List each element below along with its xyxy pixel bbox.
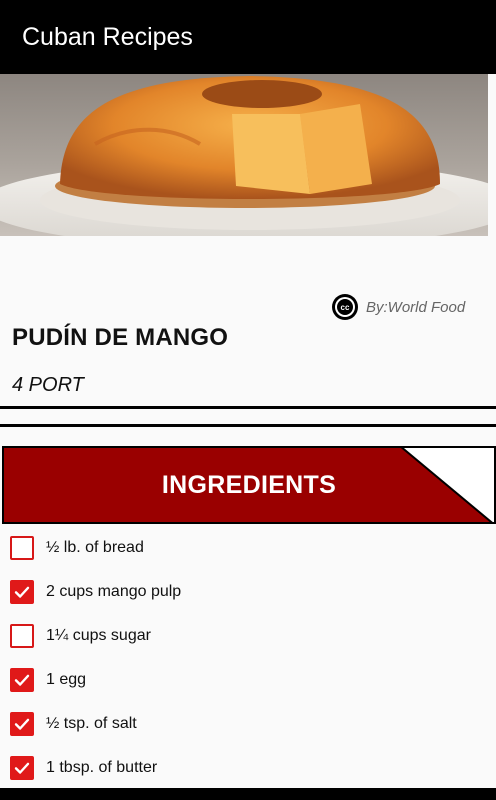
ingredient-item[interactable]: ½ lb. of bread bbox=[0, 526, 496, 570]
app-title: Cuban Recipes bbox=[22, 22, 193, 51]
ingredient-checkbox[interactable] bbox=[10, 756, 34, 780]
ingredients-title: INGREDIENTS bbox=[161, 470, 337, 499]
credit-text: By:World Food bbox=[366, 298, 466, 316]
ingredient-label: ½ tsp. of salt bbox=[46, 715, 137, 732]
recipe-portions: 4 PORT bbox=[12, 374, 84, 396]
creative-commons-icon: cc bbox=[332, 294, 358, 320]
flan-image bbox=[0, 76, 488, 236]
ingredient-label: 1 tbsp. of butter bbox=[46, 759, 158, 776]
app-bar: Cuban Recipes bbox=[0, 0, 496, 74]
bottom-bar bbox=[0, 788, 496, 800]
ingredient-item[interactable]: ½ tsp. of salt bbox=[0, 702, 496, 746]
recipe-photo bbox=[0, 74, 488, 236]
checkmark-icon bbox=[14, 718, 30, 730]
ingredient-label: 2 cups mango pulp bbox=[46, 583, 182, 600]
divider bbox=[0, 424, 496, 427]
ingredient-checkbox[interactable] bbox=[10, 712, 34, 736]
ingredient-item[interactable]: 1 egg bbox=[0, 658, 496, 702]
checkmark-icon bbox=[14, 762, 30, 774]
ingredient-label: ½ lb. of bread bbox=[46, 539, 144, 556]
ingredient-checkbox[interactable] bbox=[10, 580, 34, 604]
checkmark-icon bbox=[14, 674, 30, 686]
ingredients-header: INGREDIENTS bbox=[2, 446, 496, 524]
ingredient-label: 1 egg bbox=[46, 671, 87, 688]
ingredient-item[interactable]: 1 tbsp. of butter bbox=[0, 746, 496, 790]
divider bbox=[0, 406, 496, 409]
ingredient-checkbox[interactable] bbox=[10, 668, 34, 692]
checkmark-icon bbox=[14, 586, 30, 598]
ingredient-checkbox[interactable] bbox=[10, 624, 34, 648]
ingredient-item[interactable]: 1¼ cups sugar bbox=[0, 614, 496, 658]
photo-credit: cc By:World Food bbox=[332, 294, 465, 320]
corner-fold-decoration bbox=[400, 448, 494, 522]
ingredient-checkbox[interactable] bbox=[10, 536, 34, 560]
ingredients-list: ½ lb. of bread 2 cups mango pulp 1¼ cups… bbox=[0, 526, 496, 790]
recipe-title: PUDÍN DE MANGO bbox=[12, 324, 229, 351]
ingredient-label: 1¼ cups sugar bbox=[46, 627, 151, 644]
ingredient-item[interactable]: 2 cups mango pulp bbox=[0, 570, 496, 614]
